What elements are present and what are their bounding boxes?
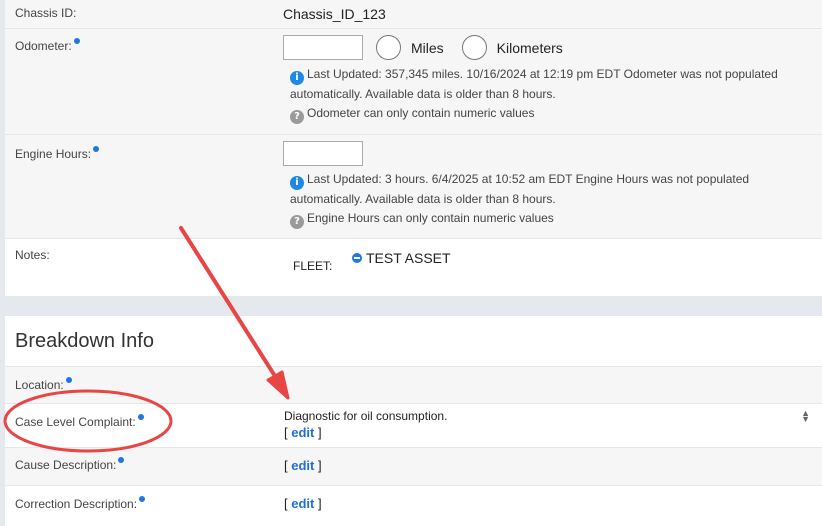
complaint-edit-link[interactable]: edit	[291, 425, 314, 440]
bracket-close: ]	[318, 458, 322, 473]
chassis-id-value: Chassis_ID_123	[283, 6, 386, 22]
correction-label: Correction Description:	[15, 496, 146, 511]
engine-help-line: ? Engine Hours can only contain numeric v…	[290, 209, 749, 229]
complaint-value: Diagnostic for oil consumption. [ edit ]	[284, 409, 447, 440]
help-icon: ?	[290, 110, 304, 124]
sort-arrows-icon[interactable]: ▲ ▼	[801, 409, 810, 424]
complaint-label-text: Case Level Complaint:	[15, 415, 136, 429]
correction-edit-link[interactable]: edit	[291, 496, 314, 511]
odometer-label: Odometer:	[15, 38, 80, 53]
bracket-open: [	[284, 496, 288, 511]
odometer-info: i Last Updated: 357,345 miles. 10/16/2024…	[290, 65, 778, 124]
required-dot	[65, 377, 72, 383]
engine-help-text: Engine Hours can only contain numeric va…	[307, 211, 554, 225]
odometer-help-text: Odometer can only contain numeric values	[307, 106, 535, 120]
breakdown-header: Breakdown Info	[5, 316, 822, 367]
notes-row: Notes: FLEET: TEST ASSET	[5, 239, 822, 296]
fleet-label: FLEET:	[293, 259, 333, 273]
complaint-edit: [ edit ]	[284, 425, 447, 440]
required-dot	[139, 496, 146, 502]
correction-row: Correction Description: [ edit ]	[5, 486, 822, 526]
bracket-open: [	[284, 458, 288, 473]
chassis-id-label: Chassis ID:	[15, 6, 77, 20]
bracket-close: ]	[318, 425, 322, 440]
engine-hours-label: Engine Hours:	[15, 146, 100, 161]
required-dot	[137, 414, 144, 420]
engine-hours-row: Engine Hours: i Last Updated: 3 hours. 6/…	[5, 135, 822, 239]
fleet-asset-name: TEST ASSET	[366, 250, 451, 266]
odometer-info-line2: automatically. Available data is older t…	[290, 87, 556, 101]
odometer-help-line: ? Odometer can only contain numeric value…	[290, 104, 778, 124]
odometer-input-group: Miles Kilometers	[283, 35, 563, 60]
info-icon: i	[290, 71, 304, 85]
kilometers-option[interactable]: Kilometers	[461, 35, 563, 60]
engine-info-line2: automatically. Available data is older t…	[290, 192, 556, 206]
required-dot	[93, 146, 100, 152]
vehicle-info-panel: Chassis ID: Chassis_ID_123 Odometer: Mil…	[5, 0, 822, 296]
engine-info-line1: i Last Updated: 3 hours. 6/4/2025 at 10:5…	[290, 170, 749, 190]
miles-radio[interactable]	[376, 35, 401, 60]
miles-option[interactable]: Miles	[376, 35, 444, 60]
location-label: Location:	[15, 377, 72, 392]
info-icon: i	[290, 176, 304, 190]
kilometers-label: Kilometers	[496, 39, 563, 56]
bracket-open: [	[284, 425, 288, 440]
complaint-text: Diagnostic for oil consumption.	[284, 409, 448, 423]
cause-label: Cause Description:	[15, 457, 125, 472]
engine-info-text: Last Updated: 3 hours. 6/4/2025 at 10:52…	[307, 172, 750, 186]
fleet-asset[interactable]: TEST ASSET	[352, 250, 451, 266]
engine-hours-input[interactable]	[283, 141, 363, 166]
odometer-input[interactable]	[283, 35, 363, 60]
kilometers-radio[interactable]	[461, 35, 487, 60]
complaint-row: Case Level Complaint: Diagnostic for oil…	[5, 404, 822, 448]
miles-label: Miles	[411, 39, 444, 56]
odometer-row: Odometer: Miles Kilometers i Last Updated…	[5, 29, 822, 135]
engine-hours-info: i Last Updated: 3 hours. 6/4/2025 at 10:5…	[290, 170, 749, 229]
odometer-info-text: Last Updated: 357,345 miles. 10/16/2024 …	[307, 67, 778, 81]
cause-label-text: Cause Description:	[15, 458, 117, 472]
engine-hours-input-group	[283, 141, 363, 166]
required-dot	[73, 38, 80, 44]
correction-label-text: Correction Description:	[15, 497, 138, 511]
notes-label: Notes:	[15, 248, 50, 262]
odometer-info-line1: i Last Updated: 357,345 miles. 10/16/2024…	[290, 65, 778, 85]
location-label-text: Location:	[15, 378, 64, 392]
help-icon: ?	[290, 215, 304, 229]
engine-hours-label-text: Engine Hours:	[15, 147, 92, 161]
minus-circle-icon[interactable]	[352, 253, 362, 263]
bracket-close: ]	[318, 496, 322, 511]
complaint-label: Case Level Complaint:	[15, 414, 144, 429]
correction-edit: [ edit ]	[284, 496, 322, 511]
cause-row: Cause Description: [ edit ]	[5, 448, 822, 486]
required-dot	[118, 457, 125, 463]
cause-edit-link[interactable]: edit	[291, 458, 314, 473]
section-title: Breakdown Info	[15, 330, 154, 352]
breakdown-info-panel: Breakdown Info Location: Case Level Comp…	[5, 316, 822, 526]
odometer-label-text: Odometer:	[15, 39, 72, 53]
cause-edit: [ edit ]	[284, 458, 322, 473]
chassis-id-row: Chassis ID: Chassis_ID_123	[5, 0, 822, 29]
location-row: Location:	[5, 367, 822, 404]
